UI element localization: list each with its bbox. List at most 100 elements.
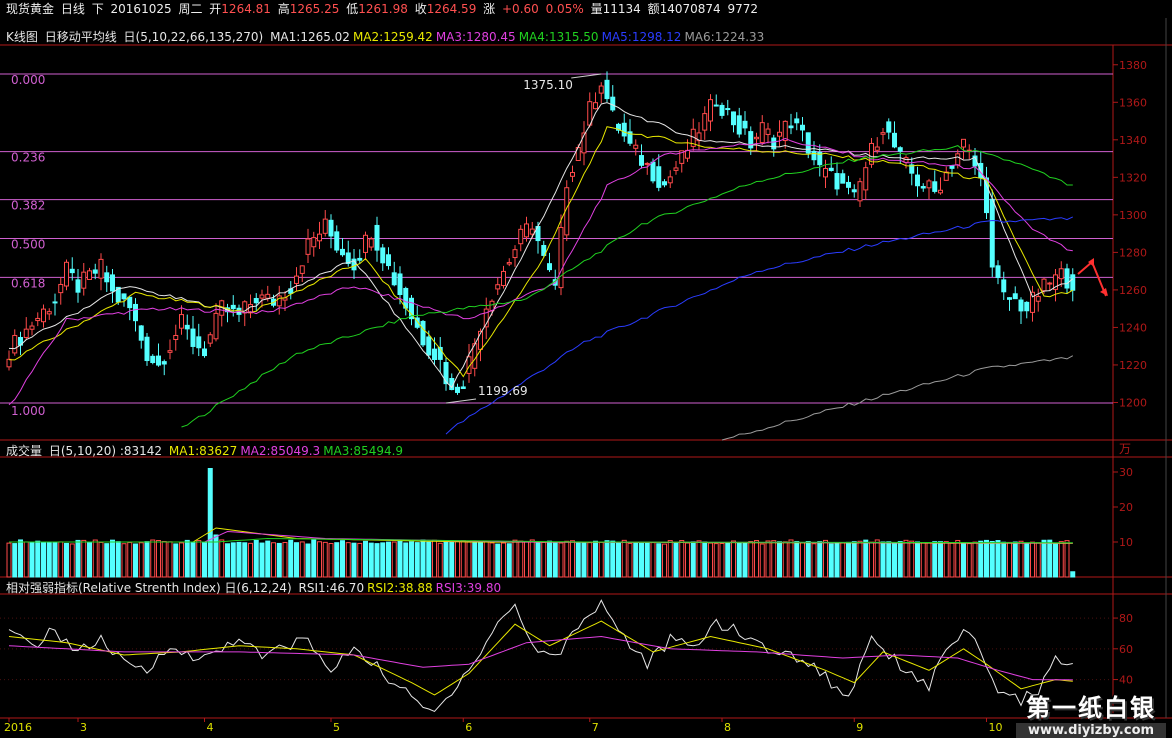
- volume-bar: [87, 542, 92, 578]
- candle-body: [667, 176, 673, 184]
- candle-body: [144, 336, 150, 362]
- fib-label: 0.236: [11, 151, 45, 165]
- high-annotation: 1375.10: [523, 78, 573, 92]
- candle-body: [794, 118, 800, 124]
- volume-bar: [202, 541, 207, 578]
- volume-bar: [932, 541, 938, 578]
- candle-body: [777, 131, 782, 137]
- volume-bar: [639, 542, 644, 578]
- volume-bar: [167, 541, 173, 578]
- candle-body: [736, 115, 742, 135]
- volume-bar: [966, 543, 972, 578]
- candle-body: [558, 226, 564, 289]
- volume-bar: [437, 542, 443, 578]
- candle-body: [340, 248, 345, 256]
- date-tick-label: 9: [856, 721, 863, 734]
- low-annotation: 1199.69: [478, 384, 528, 398]
- volume-bar: [455, 541, 460, 578]
- date-tick-label: 8: [724, 721, 731, 734]
- fib-label: 0.500: [11, 237, 45, 251]
- candle-body: [1024, 301, 1030, 312]
- volume-ma-legend-item: MA1:83627: [168, 444, 238, 458]
- candle-body: [731, 111, 736, 126]
- volume-bar: [685, 542, 690, 578]
- volume-bar: [892, 543, 897, 578]
- candle-body: [75, 279, 81, 293]
- candle-body: [604, 79, 610, 100]
- volume-bar: [719, 542, 725, 578]
- volume-bar: [351, 542, 357, 578]
- volume-bar: [644, 542, 650, 578]
- candle-body: [455, 386, 460, 393]
- candle-body: [800, 124, 805, 131]
- volume-bar: [731, 540, 736, 578]
- volume-bar: [679, 540, 685, 578]
- candle-body: [518, 228, 524, 245]
- kline-title[interactable]: K线图: [6, 30, 38, 44]
- volume-bar: [800, 542, 805, 578]
- volume-bar: [759, 543, 765, 578]
- candle-body: [363, 234, 368, 253]
- volume-bar: [1047, 539, 1053, 578]
- candle-body: [805, 132, 811, 154]
- fib-label: 0.618: [11, 276, 45, 290]
- candle-body: [754, 136, 759, 140]
- volume-bar: [823, 539, 828, 578]
- candle-body: [547, 263, 552, 271]
- volume-bar: [98, 541, 104, 578]
- candle-body: [524, 223, 529, 238]
- volume-bar: [6, 542, 12, 578]
- candle-body: [403, 287, 409, 309]
- price-tick-label: 1280: [1119, 246, 1147, 259]
- ma-legend-item: MA5:1298.12: [601, 30, 682, 44]
- volume-bar: [938, 541, 943, 578]
- candle-body: [742, 120, 748, 129]
- candle-body: [949, 165, 955, 169]
- chart-canvas[interactable]: 1200 1220 1240 1260 1280 1300 1320 1340 1360 1380…: [0, 0, 1172, 738]
- candle-body: [305, 238, 311, 255]
- candle-body: [397, 273, 403, 296]
- volume-bar: [334, 542, 340, 578]
- candle-body: [633, 144, 639, 149]
- volume-tick-label: 10: [1119, 536, 1133, 549]
- volume-bar: [35, 540, 41, 578]
- volume-bar: [610, 540, 616, 578]
- rsi-legend-item: RSI3:39.80: [435, 581, 502, 595]
- candle-body: [840, 173, 846, 184]
- candle-body: [150, 355, 156, 364]
- volume-bar: [271, 542, 276, 578]
- volume-bar: [690, 541, 696, 578]
- volume-bar: [598, 541, 604, 578]
- date-tick-label: 3: [80, 721, 87, 734]
- rsi-legend-item: RSI1:46.70: [298, 581, 365, 595]
- rsi-tick-label: 60: [1119, 643, 1133, 656]
- candle-body: [184, 324, 190, 330]
- volume-bar: [294, 542, 299, 578]
- candle-body: [420, 320, 426, 346]
- candle-body: [823, 168, 828, 178]
- ma-line-ma3: [8, 137, 1073, 406]
- ma-legend-item: MA3:1280.45: [435, 30, 516, 44]
- candle-body: [276, 295, 282, 307]
- rsi-title[interactable]: 相对强弱指标(Relative Strenth Index): [6, 581, 221, 595]
- volume-title[interactable]: 成交量: [6, 444, 42, 458]
- volume-bar: [777, 541, 782, 578]
- candle-body: [1018, 299, 1024, 312]
- volume-bar: [156, 540, 161, 578]
- volume-bar: [328, 543, 334, 578]
- volume-bar: [41, 541, 46, 578]
- candle-body: [213, 312, 219, 340]
- volume-bar: [184, 539, 190, 578]
- ma-title[interactable]: 日移动平均线: [45, 30, 117, 44]
- date-tick-label: 5: [333, 721, 340, 734]
- candle-body: [702, 113, 708, 131]
- volume-bar: [391, 541, 397, 578]
- volume-bar: [213, 534, 219, 578]
- volume-bar: [874, 539, 880, 578]
- ma-legend-item: MA6:1224.33: [684, 30, 765, 44]
- ma-line-ma2: [8, 126, 1074, 378]
- volume-bar: [161, 540, 167, 578]
- volume-bar: [478, 541, 483, 578]
- price-tick-label: 1340: [1119, 134, 1147, 147]
- volume-bar: [363, 540, 368, 578]
